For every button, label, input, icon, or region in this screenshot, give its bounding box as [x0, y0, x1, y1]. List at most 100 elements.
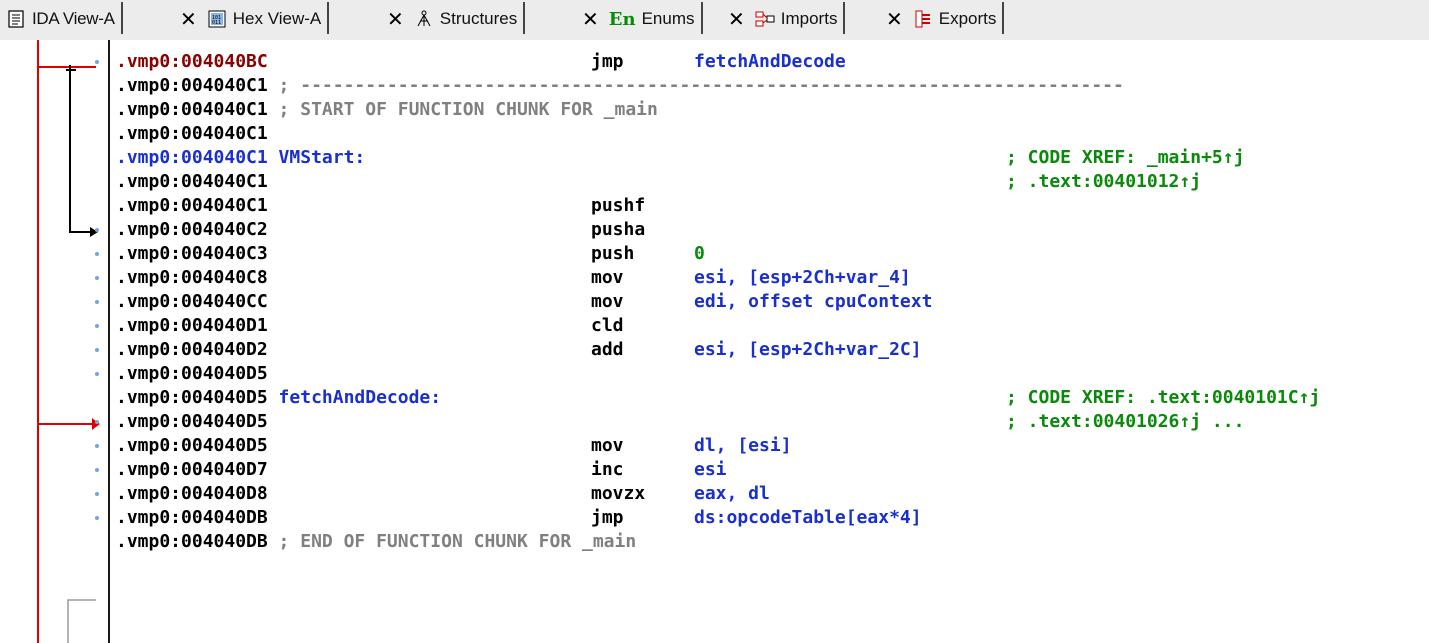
bullet: [95, 324, 99, 328]
mnemonic[interactable]: pusha: [591, 218, 645, 242]
mnemonic[interactable]: movzx: [591, 482, 645, 506]
mnemonic[interactable]: mov: [591, 290, 624, 314]
address[interactable]: .vmp0:004040C3: [116, 243, 268, 264]
hex-grid-icon: 101 011: [207, 9, 227, 29]
bullet: [95, 468, 99, 472]
tab-label: Enums: [641, 9, 695, 28]
address[interactable]: .vmp0:004040C1: [116, 171, 268, 192]
operand[interactable]: esi, [esp+2Ch+var_4]: [694, 266, 911, 290]
flow-arrow-gutter: [37, 40, 100, 643]
mnemonic[interactable]: cld: [591, 314, 624, 338]
tree-structure-icon: [414, 9, 434, 29]
code-line[interactable]: .vmp0:004040C1 ; -----------------------…: [116, 74, 1416, 98]
code-line[interactable]: .vmp0:004040D5 ; .text:00401026↑j ...: [116, 410, 1416, 434]
address[interactable]: .vmp0:004040C1: [116, 75, 268, 96]
mnemonic[interactable]: mov: [591, 266, 624, 290]
close-icon[interactable]: ✕: [582, 7, 599, 31]
code-line[interactable]: .vmp0:004040C1: [116, 122, 1416, 146]
xref-comment[interactable]: ; CODE XREF: .text:0040101C↑j: [1006, 386, 1320, 410]
address[interactable]: .vmp0:004040CC: [116, 291, 268, 312]
bullet: [95, 228, 99, 232]
close-icon[interactable]: ✕: [886, 7, 903, 31]
code-line[interactable]: .vmp0:004040C1 ; START OF FUNCTION CHUNK…: [116, 98, 1416, 122]
tab-exports[interactable]: ✕ Exports: [886, 2, 1005, 34]
address[interactable]: .vmp0:004040C2: [116, 219, 268, 240]
address[interactable]: .vmp0:004040DB: [116, 507, 268, 528]
xref-comment[interactable]: ; CODE XREF: _main+5↑j: [1006, 146, 1244, 170]
tab-separator: [700, 2, 703, 34]
address[interactable]: .vmp0:004040D8: [116, 483, 268, 504]
xref-comment[interactable]: ; .text:00401026↑j ...: [1006, 410, 1244, 434]
tab-hex-view-a[interactable]: ✕ 101 011 Hex View-A: [180, 2, 330, 34]
address[interactable]: .vmp0:004040C1: [116, 195, 268, 216]
arrowhead-red: [92, 418, 100, 430]
mnemonic[interactable]: inc: [591, 458, 624, 482]
address[interactable]: .vmp0:004040D1: [116, 315, 268, 336]
address[interactable]: .vmp0:004040C1: [116, 147, 268, 168]
operand[interactable]: esi: [694, 458, 727, 482]
code-line[interactable]: .vmp0:004040D7 inc esi: [116, 458, 1416, 482]
operand[interactable]: 0: [694, 242, 705, 266]
mnemonic[interactable]: jmp: [591, 50, 624, 74]
code-label[interactable]: VMStart:: [268, 147, 366, 168]
address[interactable]: .vmp0:004040DB: [116, 531, 268, 552]
bullet: [95, 444, 99, 448]
code-line[interactable]: .vmp0:004040D5 mov dl, [esi]: [116, 434, 1416, 458]
tab-enums[interactable]: ✕ En Enums: [582, 2, 703, 34]
code-line[interactable]: .vmp0:004040D8 movzx eax, dl: [116, 482, 1416, 506]
address[interactable]: .vmp0:004040D5: [116, 363, 268, 384]
code-line[interactable]: .vmp0:004040C3 push 0: [116, 242, 1416, 266]
code-line[interactable]: .vmp0:004040D5: [116, 362, 1416, 386]
close-icon[interactable]: ✕: [387, 7, 404, 31]
mnemonic[interactable]: mov: [591, 434, 624, 458]
code-line[interactable]: .vmp0:004040C1 ; .text:00401012↑j: [116, 170, 1416, 194]
mnemonic[interactable]: jmp: [591, 506, 624, 530]
code-line[interactable]: .vmp0:004040C1 VMStart: ; CODE XREF: _mai…: [116, 146, 1416, 170]
address[interactable]: .vmp0:004040D7: [116, 459, 268, 480]
address[interactable]: .vmp0:004040BC: [116, 51, 268, 72]
code-line[interactable]: .vmp0:004040D1 cld: [116, 314, 1416, 338]
address[interactable]: .vmp0:004040C1: [116, 123, 268, 144]
bullet: [95, 252, 99, 256]
address[interactable]: .vmp0:004040C8: [116, 267, 268, 288]
code-line[interactable]: .vmp0:004040D2 add esi, [esp+2Ch+var_2C]: [116, 338, 1416, 362]
code-line[interactable]: .vmp0:004040C8 mov esi, [esp+2Ch+var_4]: [116, 266, 1416, 290]
code-comment: ; START OF FUNCTION CHUNK FOR _main: [267, 99, 658, 120]
address[interactable]: .vmp0:004040D5: [116, 435, 268, 456]
operand[interactable]: esi, [esp+2Ch+var_2C]: [694, 338, 922, 362]
code-line[interactable]: .vmp0:004040CC mov edi, offset cpuContext: [116, 290, 1416, 314]
code-line[interactable]: .vmp0:004040DB ; END OF FUNCTION CHUNK F…: [116, 530, 1416, 554]
en-icon: En: [608, 8, 636, 30]
address[interactable]: .vmp0:004040D5: [116, 387, 268, 408]
mnemonic[interactable]: push: [591, 242, 634, 266]
operand[interactable]: dl, [esi]: [694, 434, 792, 458]
address[interactable]: .vmp0:004040C1: [116, 99, 268, 120]
tab-ida-view-a[interactable]: IDA View-A: [6, 2, 123, 34]
code-line[interactable]: .vmp0:004040DB jmp ds:opcodeTable[eax*4]: [116, 506, 1416, 530]
tab-separator: [120, 2, 123, 34]
mnemonic[interactable]: pushf: [591, 194, 645, 218]
bullet: [95, 420, 99, 424]
exports-icon: [913, 9, 933, 29]
flow-arrow-grey: [67, 599, 96, 643]
code-line[interactable]: .vmp0:004040BC jmp fetchAndDecode: [116, 50, 1416, 74]
code-label[interactable]: fetchAndDecode:: [268, 387, 442, 408]
address[interactable]: .vmp0:004040D5: [116, 411, 268, 432]
close-icon[interactable]: ✕: [180, 7, 197, 31]
tab-label: Structures: [439, 9, 518, 28]
xref-comment[interactable]: ; .text:00401012↑j: [1006, 170, 1201, 194]
disassembly-view[interactable]: .vmp0:004040BC jmp fetchAndDecode .vmp0:004…: [0, 40, 1429, 643]
operand[interactable]: eax, dl: [694, 482, 770, 506]
operand[interactable]: edi, offset cpuContext: [694, 290, 932, 314]
operand[interactable]: ds:opcodeTable[eax*4]: [694, 506, 922, 530]
close-icon[interactable]: ✕: [728, 7, 745, 31]
operand[interactable]: fetchAndDecode: [694, 50, 846, 74]
address[interactable]: .vmp0:004040D2: [116, 339, 268, 360]
code-line[interactable]: .vmp0:004040C2 pusha: [116, 218, 1416, 242]
mnemonic[interactable]: add: [591, 338, 624, 362]
code-line[interactable]: .vmp0:004040C1 pushf: [116, 194, 1416, 218]
tab-structures[interactable]: ✕ Structures: [387, 2, 526, 34]
tab-separator: [843, 2, 846, 34]
code-line[interactable]: .vmp0:004040D5 fetchAndDecode: ; CODE XRE…: [116, 386, 1416, 410]
tab-imports[interactable]: ✕ Imports: [728, 2, 846, 34]
